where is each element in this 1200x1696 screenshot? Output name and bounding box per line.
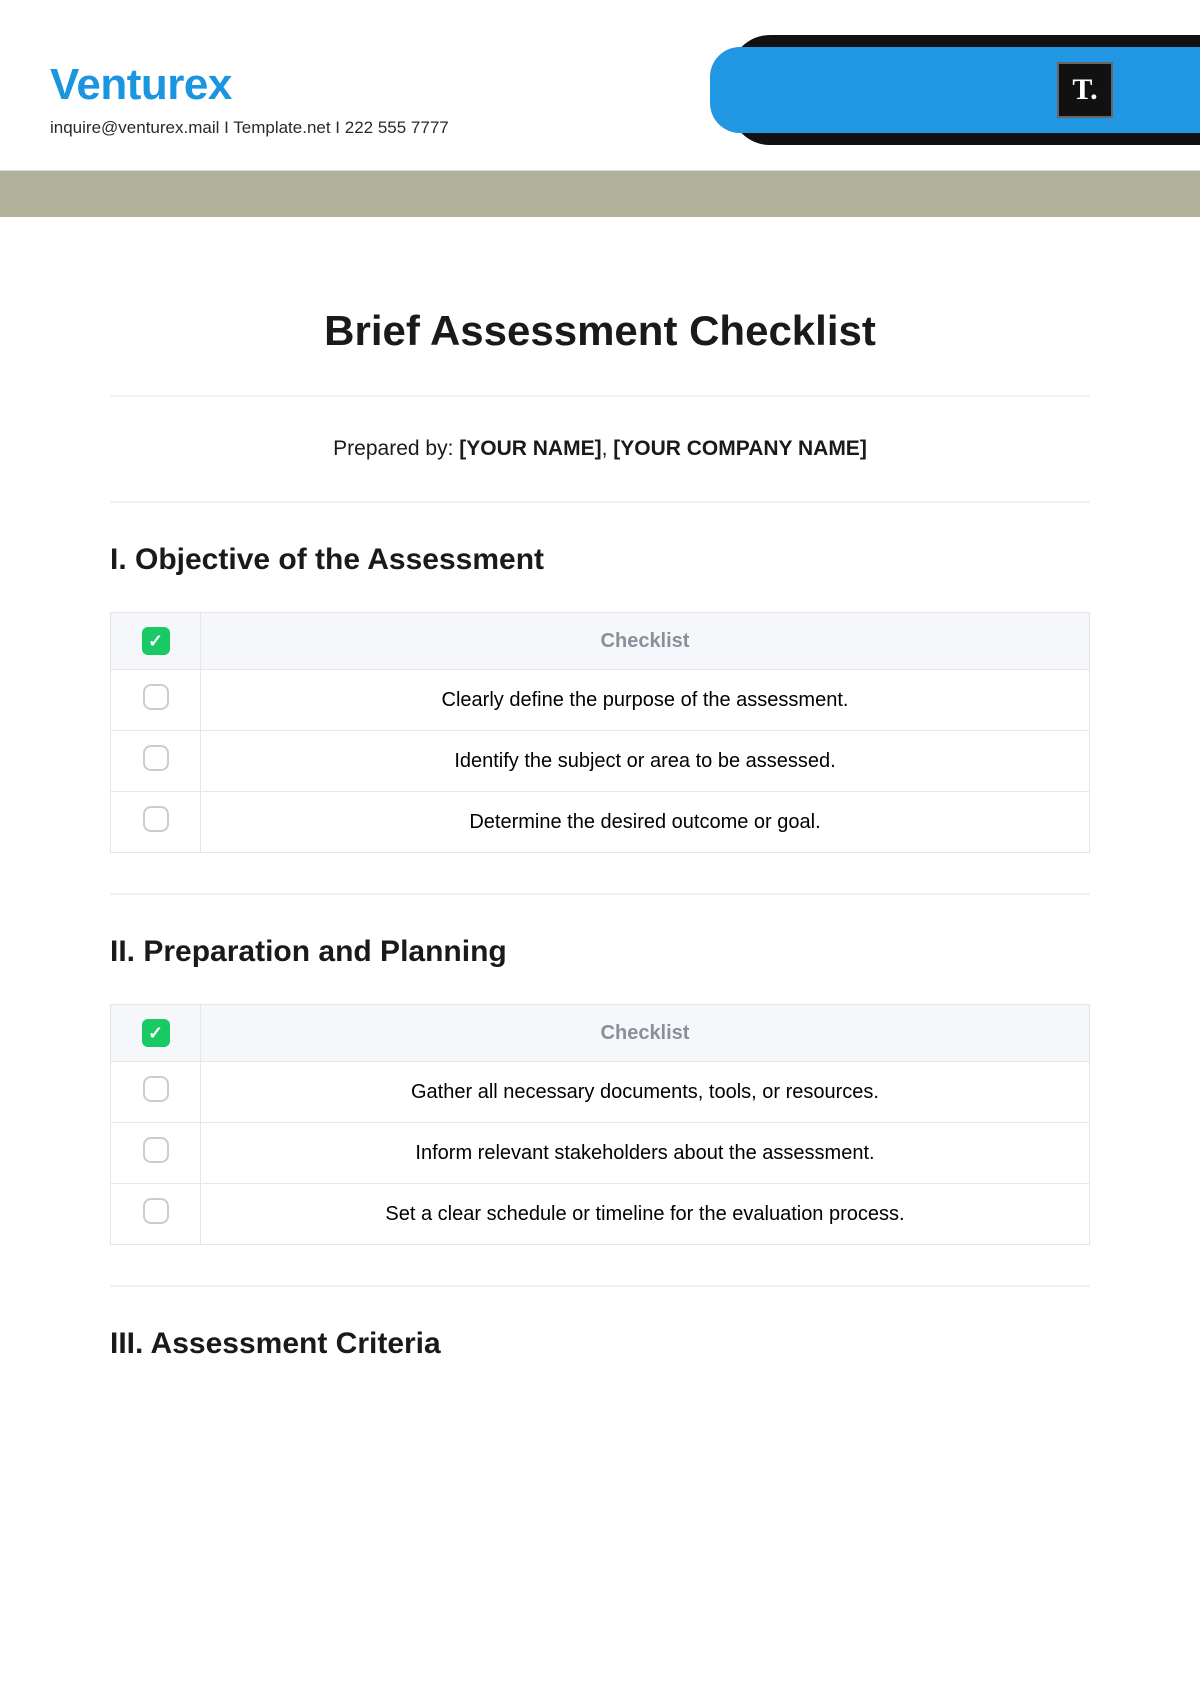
header-badge: T. xyxy=(710,35,1200,145)
checklist-table-2: ✓ Checklist Gather all necessary documen… xyxy=(110,1004,1090,1245)
checklist-item: Gather all necessary documents, tools, o… xyxy=(201,1062,1090,1123)
prepared-label: Prepared by: xyxy=(333,437,459,460)
checkbox[interactable] xyxy=(143,806,169,832)
checklist-item: Clearly define the purpose of the assess… xyxy=(201,670,1090,731)
column-header-check: ✓ xyxy=(111,613,201,670)
divider xyxy=(110,1285,1090,1287)
checkbox[interactable] xyxy=(143,1137,169,1163)
table-row: Identify the subject or area to be asses… xyxy=(111,731,1090,792)
divider xyxy=(110,501,1090,503)
badge-front: T. xyxy=(710,47,1200,133)
table-row: Gather all necessary documents, tools, o… xyxy=(111,1062,1090,1123)
table-row: Clearly define the purpose of the assess… xyxy=(111,670,1090,731)
section-heading-3: III. Assessment Criteria xyxy=(110,1327,1090,1361)
check-icon: ✓ xyxy=(142,627,170,655)
section-heading-1: I. Objective of the Assessment xyxy=(110,543,1090,577)
prepared-sep: , xyxy=(602,437,614,460)
page-title: Brief Assessment Checklist xyxy=(110,307,1090,355)
checklist-item: Identify the subject or area to be asses… xyxy=(201,731,1090,792)
section-heading-2: II. Preparation and Planning xyxy=(110,935,1090,969)
header: Venturex inquire@venturex.mail I Templat… xyxy=(0,0,1200,150)
template-logo-icon: T. xyxy=(1057,62,1113,118)
checklist-item: Inform relevant stakeholders about the a… xyxy=(201,1123,1090,1184)
prepared-by-line: Prepared by: [YOUR NAME], [YOUR COMPANY … xyxy=(110,437,1090,461)
checkbox[interactable] xyxy=(143,684,169,710)
column-header-checklist: Checklist xyxy=(201,1005,1090,1062)
table-row: Set a clear schedule or timeline for the… xyxy=(111,1184,1090,1245)
divider xyxy=(110,893,1090,895)
checkbox[interactable] xyxy=(143,1198,169,1224)
checkbox[interactable] xyxy=(143,745,169,771)
checkbox[interactable] xyxy=(143,1076,169,1102)
table-row: Inform relevant stakeholders about the a… xyxy=(111,1123,1090,1184)
column-header-check: ✓ xyxy=(111,1005,201,1062)
olive-banner xyxy=(0,171,1200,217)
check-icon: ✓ xyxy=(142,1019,170,1047)
divider xyxy=(110,395,1090,397)
table-row: Determine the desired outcome or goal. xyxy=(111,792,1090,853)
column-header-checklist: Checklist xyxy=(201,613,1090,670)
prepared-name: [YOUR NAME] xyxy=(459,437,601,460)
prepared-company: [YOUR COMPANY NAME] xyxy=(613,437,867,460)
checklist-table-1: ✓ Checklist Clearly define the purpose o… xyxy=(110,612,1090,853)
checklist-item: Set a clear schedule or timeline for the… xyxy=(201,1184,1090,1245)
document-body: Brief Assessment Checklist Prepared by: … xyxy=(0,217,1200,1361)
checklist-item: Determine the desired outcome or goal. xyxy=(201,792,1090,853)
